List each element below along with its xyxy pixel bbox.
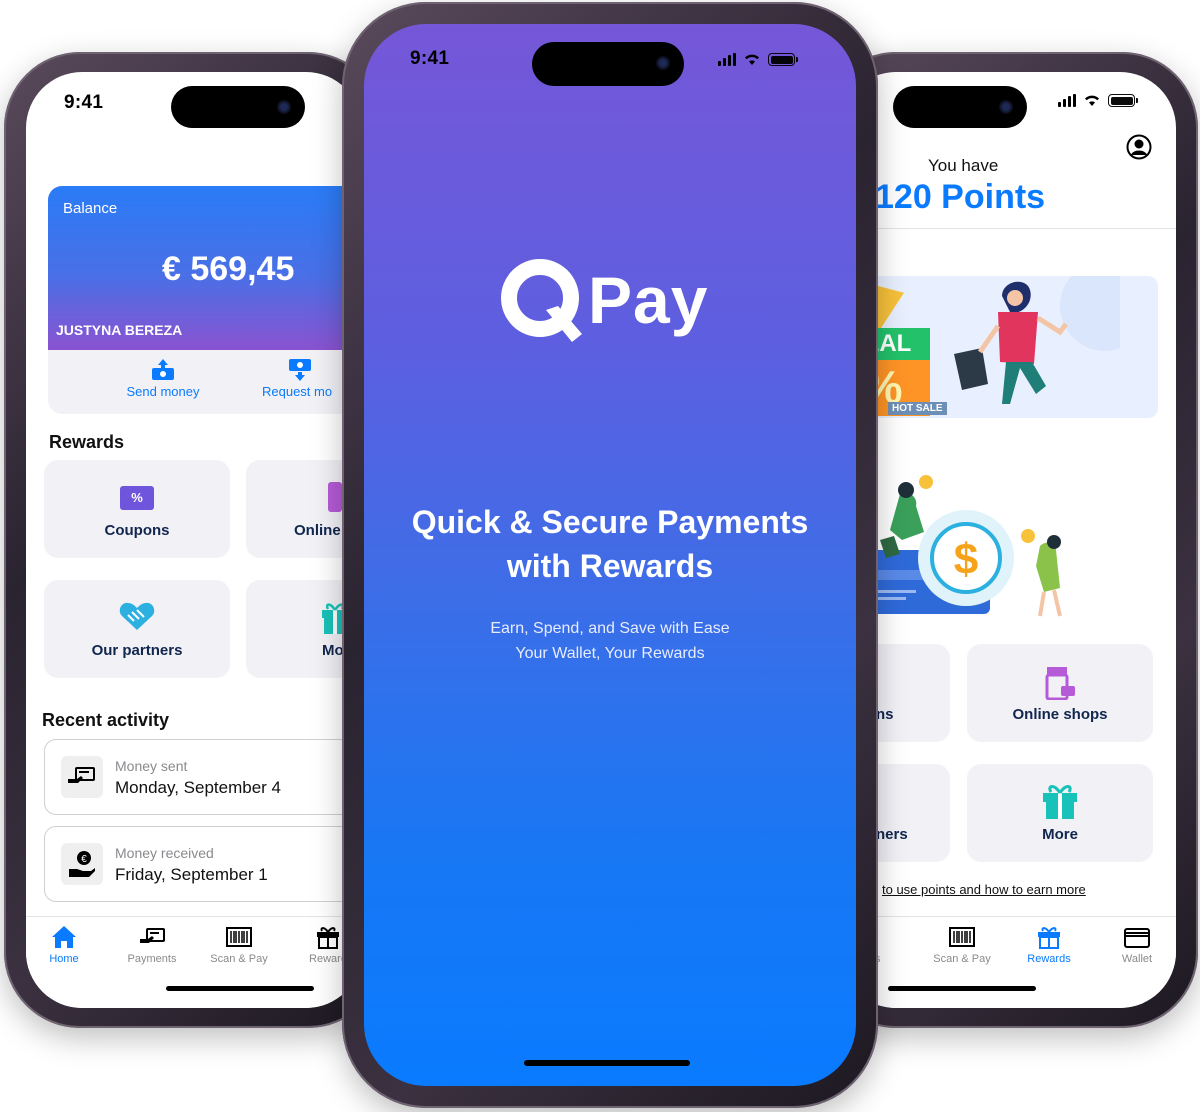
svg-text:€: € — [81, 854, 87, 865]
tab-rewards[interactable]: Rewards — [1009, 925, 1089, 965]
online-label: Online — [294, 522, 341, 539]
payments-icon — [140, 928, 165, 943]
tab-wallet-label: Wallet — [1121, 953, 1153, 965]
tab-payments-label: Payments — [127, 953, 177, 965]
send-money-button[interactable]: Send money — [118, 358, 208, 399]
gift-icon — [1038, 927, 1060, 949]
our-partners-tile[interactable]: Our partners — [44, 580, 230, 678]
coupons-icon: % — [120, 486, 154, 510]
center-screen: 9:41 Pay Quick & Secure Payments with Re… — [364, 24, 856, 1086]
headline-line-2: with Rewards — [506, 548, 714, 584]
coupons-tile[interactable]: % Coupons — [44, 460, 230, 558]
tab-payments[interactable]: Payments — [112, 925, 192, 965]
online-shops-tile[interactable]: Online shops — [967, 644, 1153, 742]
activity-type: Money sent — [115, 758, 188, 774]
status-time: 9:41 — [64, 92, 104, 113]
home-indicator — [166, 986, 314, 991]
online-shops-label: Online shops — [1012, 706, 1108, 723]
header-divider — [840, 228, 1176, 229]
logo-q-icon — [501, 259, 582, 342]
home-indicator — [888, 986, 1036, 991]
signal-icon — [1058, 94, 1076, 107]
barcode-icon — [226, 927, 252, 947]
coupons-label: Coupons — [104, 522, 170, 539]
tab-wallet[interactable]: Wallet — [1097, 925, 1176, 965]
svg-text:$: $ — [954, 535, 978, 584]
activity-item[interactable]: Money sent Monday, September 4 — [44, 739, 362, 815]
tab-rewards-label: Rewards — [1027, 953, 1071, 965]
battery-icon — [768, 53, 798, 66]
tab-bar: ents Scan & Pay Rewards — [840, 916, 1176, 1008]
wifi-icon — [745, 54, 759, 65]
send-money-icon — [152, 359, 174, 380]
rewards-title: Rewards — [49, 432, 125, 452]
you-have-label: You have — [928, 156, 999, 175]
dynamic-island — [171, 86, 305, 128]
wifi-icon — [1085, 95, 1099, 106]
balance-card[interactable]: Balance € 569,45 JUSTYNA BEREZA Send mon… — [48, 186, 362, 414]
logo-text: Pay — [588, 263, 709, 337]
right-screen: You have 120 Points DEAL 0% HOT SALE — [840, 72, 1176, 1008]
activity-date: Friday, September 1 — [115, 865, 268, 884]
balance-amount: € 569,45 — [162, 250, 295, 288]
battery-icon — [1108, 94, 1138, 107]
points-value: 120 Points — [875, 178, 1046, 216]
status-icons — [1058, 93, 1138, 107]
shopper-illustration — [954, 276, 1120, 404]
center-phone: 9:41 Pay Quick & Secure Payments with Re… — [342, 2, 878, 1108]
online-shop-icon — [1045, 667, 1075, 700]
subtitle-line-1: Earn, Spend, and Save with Ease — [490, 620, 730, 637]
tab-scan-pay[interactable]: Scan & Pay — [922, 925, 1002, 965]
coupons-partial-label: ns — [876, 706, 894, 723]
subtitle-line-2: Your Wallet, Your Rewards — [515, 645, 705, 662]
money-sent-icon — [68, 767, 95, 783]
tab-scan-pay-label: Scan & Pay — [933, 953, 991, 965]
tab-scan-pay[interactable]: Scan & Pay — [199, 925, 279, 965]
partners-partial-label: ners — [876, 826, 908, 843]
left-phone: 9:41 Balance € 569,45 JUSTYNA BEREZA Sen… — [4, 52, 384, 1028]
tab-home-label: Home — [49, 953, 79, 965]
online-shop-icon — [328, 482, 342, 512]
tab-home[interactable]: Home — [26, 925, 104, 965]
tab-bar: Home Payments Scan & Pay Reward — [26, 916, 362, 1008]
activity-date: Monday, September 4 — [115, 778, 281, 797]
request-money-icon — [289, 359, 311, 381]
balance-label: Balance — [63, 200, 118, 217]
barcode-icon — [949, 927, 975, 947]
gift-icon — [1043, 785, 1077, 819]
more-tile[interactable]: More — [967, 764, 1153, 862]
send-money-label: Send money — [126, 384, 200, 399]
home-indicator — [524, 1060, 690, 1066]
home-icon — [52, 926, 76, 948]
more-label: More — [1042, 826, 1078, 843]
activity-item[interactable]: € Money received Friday, September 1 — [44, 826, 362, 902]
points-info-link[interactable]: to use points and how to earn more — [882, 882, 1086, 897]
activity-type: Money received — [115, 845, 214, 861]
money-received-icon-box: € — [61, 843, 103, 885]
profile-icon[interactable] — [1126, 134, 1152, 160]
money-banner[interactable]: $ — [840, 470, 1152, 618]
cashback-illustration: $ — [840, 475, 1062, 617]
app-logo: Pay — [500, 254, 730, 346]
left-screen: 9:41 Balance € 569,45 JUSTYNA BEREZA Sen… — [26, 72, 362, 1008]
tab-scan-pay-label: Scan & Pay — [210, 953, 268, 965]
headline-line-1: Quick & Secure Payments — [411, 504, 809, 540]
dynamic-island — [893, 86, 1027, 128]
status-time: 9:41 — [410, 48, 450, 69]
money-sent-icon-box — [61, 756, 103, 798]
wallet-icon — [1124, 928, 1150, 948]
signal-icon — [718, 53, 736, 66]
deal-banner[interactable]: DEAL 0% HOT SALE — [840, 276, 1158, 418]
dynamic-island — [532, 42, 684, 86]
card-holder: JUSTYNA BEREZA — [56, 322, 183, 338]
our-partners-label: Our partners — [91, 642, 183, 659]
gift-icon — [317, 927, 339, 949]
handshake-icon — [119, 602, 155, 630]
status-icons — [718, 52, 798, 66]
hot-sale-tag: HOT SALE — [888, 402, 947, 415]
more-label: Mo — [322, 642, 344, 659]
money-received-icon: € — [69, 851, 95, 877]
recent-activity-title: Recent activity — [42, 710, 170, 730]
